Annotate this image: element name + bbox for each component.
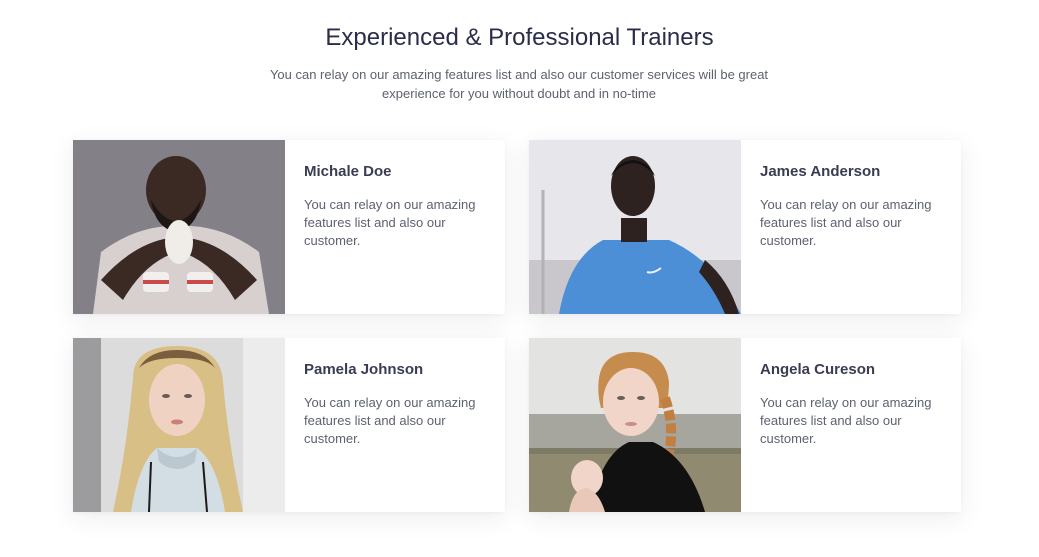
trainer-photo: [73, 338, 285, 512]
trainer-photo: [73, 140, 285, 314]
section-title: Experienced & Professional Trainers: [325, 24, 714, 51]
trainer-card[interactable]: James Anderson You can relay on our amaz…: [529, 140, 961, 314]
trainer-description: You can relay on our amazing features li…: [760, 395, 932, 446]
trainer-description: You can relay on our amazing features li…: [760, 197, 932, 248]
trainer-photo: [529, 140, 741, 314]
trainer-card[interactable]: Angela Cureson You can relay on our amaz…: [529, 338, 961, 512]
trainer-name: Pamela Johnson: [304, 361, 424, 378]
trainer-description: You can relay on our amazing features li…: [304, 197, 476, 248]
trainer-name: Angela Cureson: [760, 361, 876, 378]
trainer-description: You can relay on our amazing features li…: [304, 395, 476, 446]
trainer-photo: [529, 338, 741, 512]
trainer-card[interactable]: Pamela Johnson You can relay on our amaz…: [73, 338, 505, 512]
trainer-card[interactable]: Michale Doe You can relay on our amazing…: [73, 140, 505, 314]
trainer-name: Michale Doe: [304, 163, 392, 180]
section-subtitle: You can relay on our amazing features li…: [269, 67, 769, 101]
trainer-name: James Anderson: [760, 163, 881, 180]
